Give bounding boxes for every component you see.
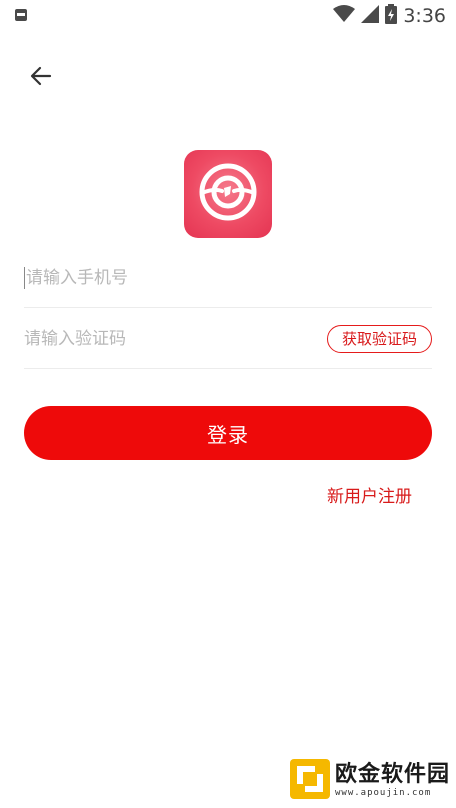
text-cursor — [24, 266, 25, 289]
watermark-url: www.apoujin.com — [334, 788, 432, 798]
app-logo — [184, 150, 272, 238]
watermark-title: 欧金软件园 — [334, 762, 450, 787]
status-right: 3:36 — [333, 4, 446, 28]
notification-app-icon — [14, 7, 28, 26]
get-code-button[interactable]: 获取验证码 — [326, 324, 432, 353]
status-time: 3:36 — [403, 5, 446, 27]
back-button[interactable] — [22, 60, 60, 96]
login-button[interactable]: 登录 — [24, 406, 432, 460]
app-logo-icon — [196, 160, 260, 228]
watermark-text: 欧金软件园 www.apoujin.com — [335, 764, 450, 798]
arrow-left-icon — [30, 65, 52, 91]
status-left — [14, 7, 28, 26]
code-field-row: 获取验证码 — [24, 309, 432, 369]
battery-charging-icon — [385, 4, 398, 28]
register-link[interactable]: 新用户注册 — [327, 482, 412, 507]
phone-input[interactable] — [26, 267, 432, 288]
watermark: 欧金软件园 www.apoujin.com — [289, 758, 450, 804]
cell-signal-icon — [361, 5, 380, 27]
wifi-icon — [333, 5, 356, 27]
phone-field-row — [24, 248, 432, 308]
verification-code-input[interactable] — [24, 328, 327, 349]
status-bar: 3:36 — [0, 0, 456, 32]
watermark-logo-icon — [289, 758, 331, 804]
